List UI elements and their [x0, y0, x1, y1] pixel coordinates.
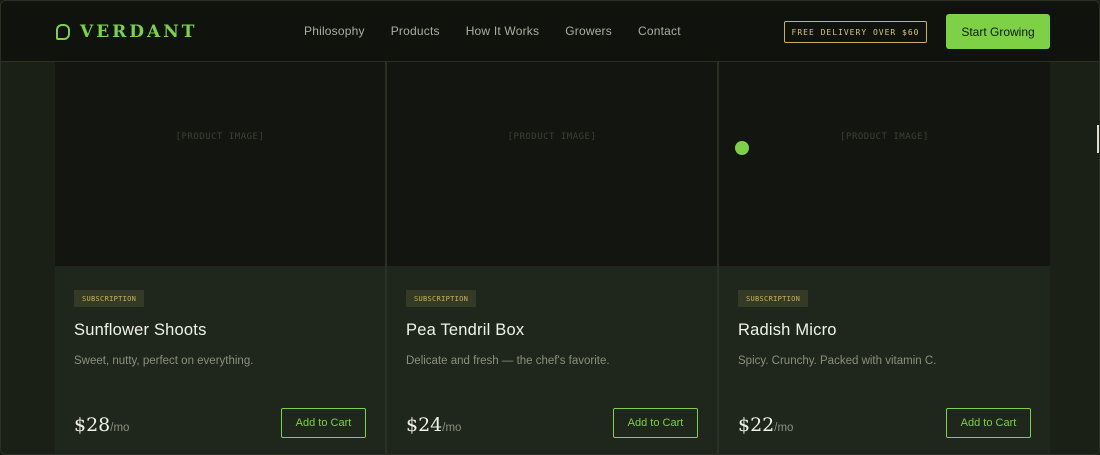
product-name: Radish Micro: [738, 321, 837, 339]
product-image-placeholder: [PRODUCT IMAGE]: [175, 132, 265, 142]
price-unit: /mo: [110, 422, 130, 434]
product-image: [PRODUCT IMAGE]: [55, 62, 385, 266]
free-delivery-badge: FREE DELIVERY OVER $60: [784, 21, 927, 43]
product-name: Pea Tendril Box: [406, 321, 525, 339]
add-to-cart-button[interactable]: Add to Cart: [281, 408, 366, 438]
product-card: [PRODUCT IMAGE] SUBSCRIPTION Radish Micr…: [719, 62, 1050, 454]
subscription-badge: SUBSCRIPTION: [738, 290, 809, 307]
nav-link-products[interactable]: Products: [391, 24, 440, 38]
nav-link-how-it-works[interactable]: How It Works: [466, 24, 540, 38]
add-to-cart-button[interactable]: Add to Cart: [946, 408, 1031, 438]
nav-links: Philosophy Products How It Works Growers…: [304, 24, 681, 38]
product-description: Spicy. Crunchy. Packed with vitamin C.: [738, 355, 937, 367]
product-card-body: SUBSCRIPTION Pea Tendril Box Delicate an…: [387, 266, 717, 454]
product-description: Delicate and fresh — the chef's favorite…: [406, 355, 610, 367]
product-image-placeholder: [PRODUCT IMAGE]: [507, 132, 597, 142]
cursor-dot-icon: [735, 141, 749, 155]
brand-name: VERDANT: [80, 22, 198, 42]
product-card: [PRODUCT IMAGE] SUBSCRIPTION Sunflower S…: [55, 62, 385, 454]
nav-link-philosophy[interactable]: Philosophy: [304, 24, 365, 38]
price-amount: $22: [738, 414, 775, 436]
product-image: [PRODUCT IMAGE]: [387, 62, 717, 266]
price-amount: $28: [74, 414, 111, 436]
product-description: Sweet, nutty, perfect on everything.: [74, 355, 254, 367]
product-image: [PRODUCT IMAGE]: [719, 62, 1050, 266]
product-card: [PRODUCT IMAGE] SUBSCRIPTION Pea Tendril…: [387, 62, 717, 454]
add-to-cart-button[interactable]: Add to Cart: [613, 408, 698, 438]
nav-link-contact[interactable]: Contact: [638, 24, 681, 38]
subscription-badge: SUBSCRIPTION: [406, 290, 477, 307]
product-name: Sunflower Shoots: [74, 321, 207, 339]
price-unit: /mo: [774, 422, 794, 434]
price-amount: $24: [406, 414, 443, 436]
product-card-body: SUBSCRIPTION Radish Micro Spicy. Crunchy…: [719, 266, 1050, 454]
price-unit: /mo: [442, 422, 462, 434]
page: VERDANT Philosophy Products How It Works…: [0, 0, 1100, 455]
product-price: $24 /mo: [406, 414, 461, 436]
subscription-badge: SUBSCRIPTION: [74, 290, 145, 307]
start-growing-button[interactable]: Start Growing: [946, 14, 1050, 49]
nav-link-growers[interactable]: Growers: [565, 24, 612, 38]
product-card-body: SUBSCRIPTION Sunflower Shoots Sweet, nut…: [55, 266, 385, 454]
top-nav: VERDANT Philosophy Products How It Works…: [1, 1, 1099, 62]
brand-logo[interactable]: VERDANT: [56, 21, 197, 43]
product-image-placeholder: [PRODUCT IMAGE]: [840, 132, 929, 142]
product-price: $22 /mo: [738, 414, 793, 436]
product-price: $28 /mo: [74, 414, 129, 436]
leaf-logo-icon: [56, 24, 70, 40]
